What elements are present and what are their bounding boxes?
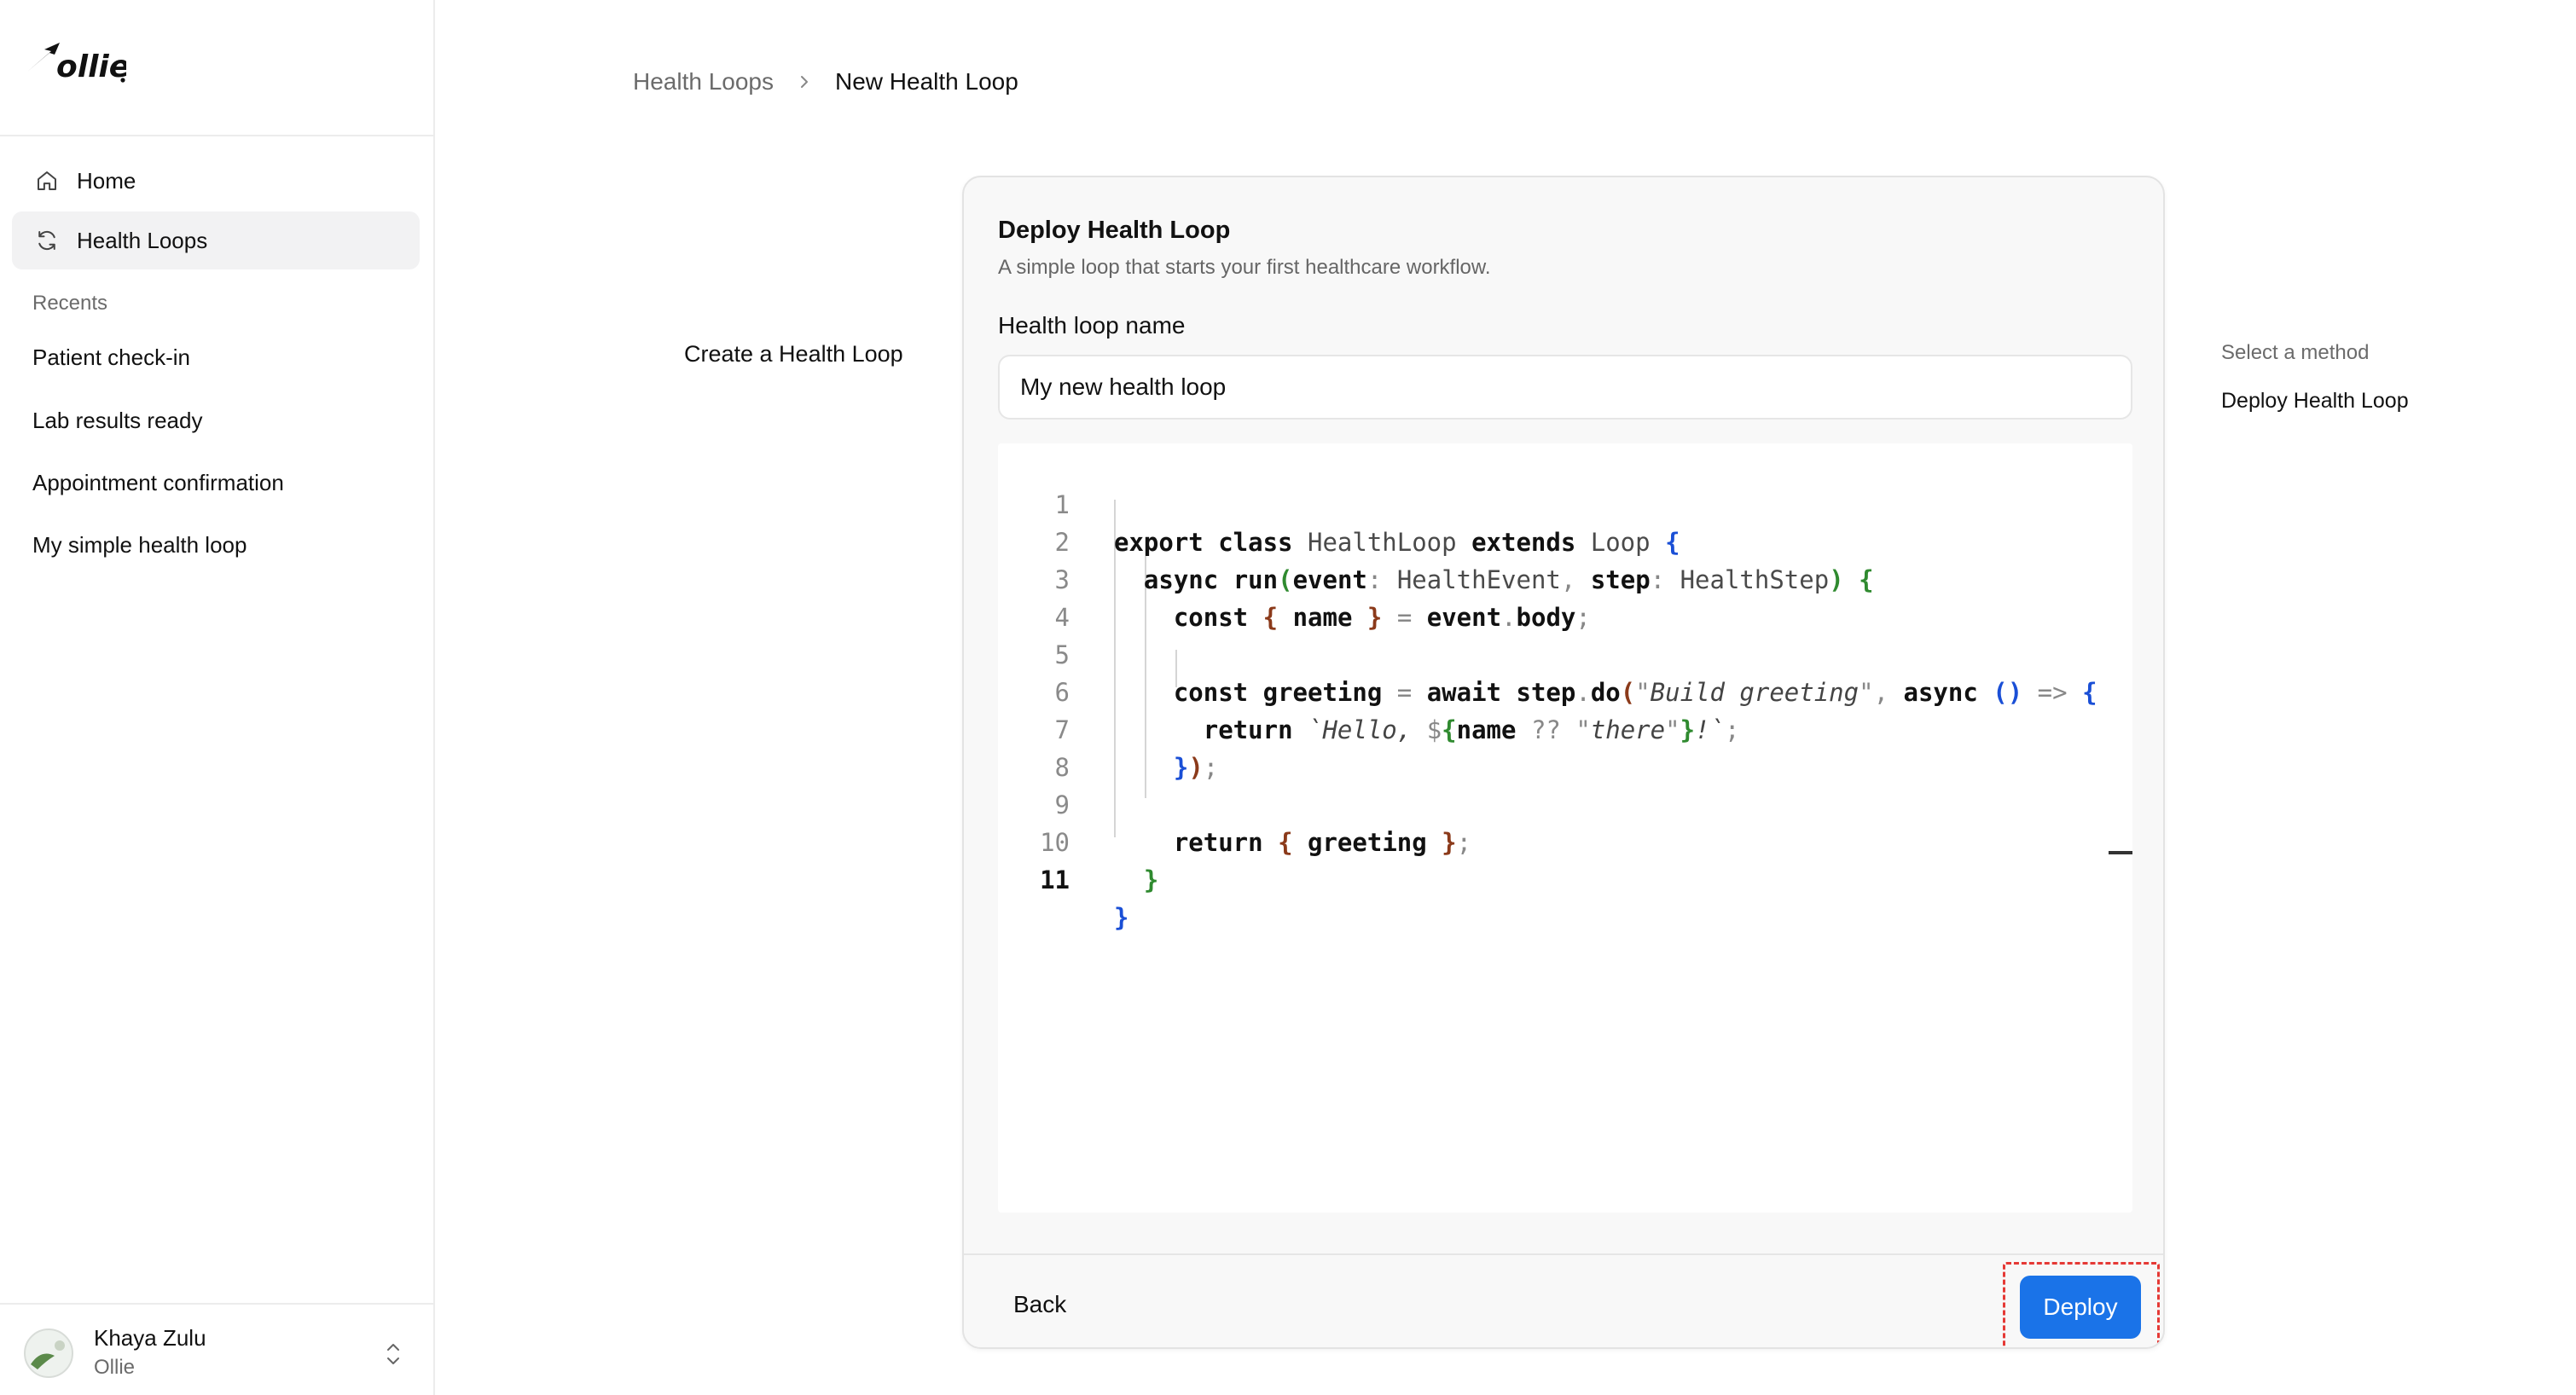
deploy-card: Deploy Health Loop A simple loop that st…	[962, 176, 2165, 1349]
section-title: Create a Health Loop	[684, 341, 903, 367]
sidebar-item-label: Home	[77, 167, 136, 194]
code-text: }	[1114, 903, 1129, 932]
code-line: 10 }	[998, 786, 2132, 894]
code-line: 2 async run(event: HealthEvent, step: He…	[998, 486, 2132, 594]
card-description: A simple loop that starts your first hea…	[998, 256, 1491, 279]
ollie-logo[interactable]: ollie	[26, 38, 126, 89]
code-line: 9 return { greeting };	[998, 749, 2132, 857]
method-item-deploy-health-loop[interactable]: Deploy Health Loop	[2221, 389, 2409, 414]
recent-item-patient-check-in[interactable]: Patient check-in	[32, 344, 190, 371]
breadcrumb-current: New Health Loop	[835, 68, 1018, 95]
sidebar: ollie Home Health Loops Recents Patient …	[0, 0, 435, 1395]
code-line: 11 }	[998, 824, 2132, 932]
code-line: 8	[1054, 753, 1070, 782]
recent-item-my-simple-health-loop[interactable]: My simple health loop	[32, 532, 247, 559]
user-menu[interactable]: Khaya Zulu Ollie	[0, 1303, 435, 1395]
recents-heading: Recents	[32, 292, 108, 315]
user-org: Ollie	[94, 1356, 136, 1379]
name-field-label: Health loop name	[998, 312, 1186, 339]
svg-text:ollie: ollie	[56, 49, 126, 84]
editor-scroll-indicator[interactable]	[2109, 851, 2132, 854]
code-line: 7 });	[998, 674, 2132, 782]
sidebar-divider	[0, 135, 435, 136]
code-line: 3 const { name } = event.body;	[998, 524, 2132, 632]
health-loop-name-input[interactable]	[998, 355, 2132, 420]
sidebar-item-health-loops[interactable]: Health Loops	[12, 211, 420, 269]
method-heading: Select a method	[2221, 341, 2370, 364]
code-line: 4	[1054, 603, 1070, 632]
avatar	[24, 1328, 73, 1378]
code-line: 5 const greeting = await step.do("Build …	[998, 599, 2132, 707]
sidebar-item-label: Health Loops	[77, 227, 208, 253]
card-footer: Back Deploy	[964, 1253, 2163, 1347]
code-text: }	[1143, 865, 1159, 894]
code-line: 6 return `Hello, ${name ?? "there"}!`;	[998, 636, 2132, 744]
code-line: 1 export class HealthLoop extends Loop {	[998, 449, 2132, 557]
ollie-logo-mark: ollie	[27, 43, 126, 84]
recent-item-lab-results-ready[interactable]: Lab results ready	[32, 408, 202, 434]
home-icon	[34, 168, 60, 194]
chevron-up-down-icon	[387, 1344, 399, 1364]
user-name: Khaya Zulu	[94, 1325, 206, 1351]
back-button[interactable]: Back	[1013, 1291, 1066, 1318]
refresh-icon	[34, 228, 60, 253]
code-editor[interactable]: 1 export class HealthLoop extends Loop {…	[998, 443, 2132, 1213]
card-title: Deploy Health Loop	[998, 217, 1231, 244]
chevron-right-icon	[801, 76, 809, 88]
breadcrumb: Health Loops New Health Loop	[633, 67, 1018, 97]
recent-item-appointment-confirmation[interactable]: Appointment confirmation	[32, 470, 284, 496]
breadcrumb-health-loops[interactable]: Health Loops	[633, 68, 774, 96]
sidebar-item-home[interactable]: Home	[12, 152, 420, 210]
deploy-button[interactable]: Deploy	[2020, 1276, 2141, 1339]
